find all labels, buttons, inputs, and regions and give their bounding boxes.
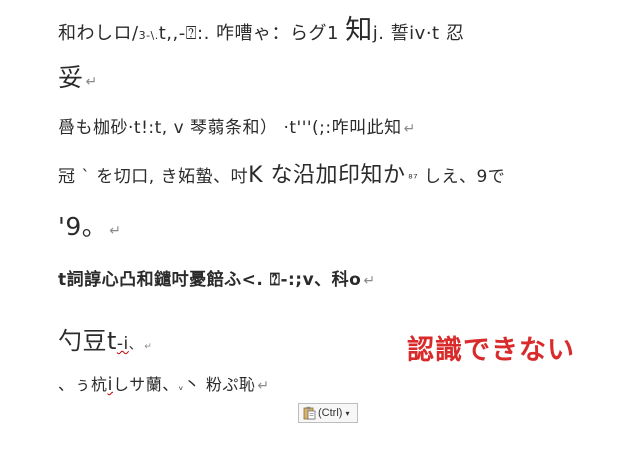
text-segment: 、 bbox=[128, 338, 143, 353]
text-segment: 丶 粉ぷ恥 bbox=[183, 375, 256, 394]
unrecognizable-label: 認識できない bbox=[407, 335, 575, 366]
text-segment: 和わしロ/ bbox=[58, 23, 139, 44]
text-segment: 妥 bbox=[58, 63, 84, 92]
text-segment: 知 bbox=[345, 15, 373, 46]
chevron-down-icon: ▾ bbox=[345, 408, 350, 418]
paragraph-mark-icon: ↵ bbox=[363, 273, 376, 289]
text-segment: 3-\. bbox=[138, 29, 159, 42]
text-line-1: 和わしロ/3-\.t,,-⍰:. 咋嘈ゃ：らグ1 知j. 誓iv·t 忍 bbox=[58, 8, 464, 47]
text-segment: j. 誓iv·t 忍 bbox=[372, 23, 465, 44]
text-segment: 冠 ` を切口, き妬蟄、吋 bbox=[58, 167, 249, 187]
clipboard-icon bbox=[303, 406, 316, 420]
text-segment: 勺豆t bbox=[58, 327, 117, 355]
text-line-2: 妥 ↵ bbox=[58, 58, 98, 94]
text-line-7: 勺豆t-i、 ↵ bbox=[58, 321, 152, 356]
paragraph-mark-icon: ↵ bbox=[257, 378, 270, 394]
text-line-6: t詞諄心凸和鑓吋憂餢ふ<. ⍰-:;v、科o ↵ bbox=[58, 265, 376, 290]
text-segment: -i bbox=[116, 334, 129, 354]
text-line-4: 冠 ` を切口, き妬蟄、吋K な沿加印知か ⁸⁷ しえ、9で bbox=[58, 157, 505, 189]
text-segment: 噕も枷砂·t!:t, v 琴蒻条和） ·t'''(;:咋叫此知 bbox=[58, 118, 402, 138]
paragraph-mark-icon: ↵ bbox=[403, 121, 416, 137]
text-segment: '9。 bbox=[58, 212, 108, 241]
text-segment: K な沿加印知か bbox=[248, 163, 406, 188]
text-segment: t詞諄心凸和鑓吋憂餢ふ<. ⍰-:;v、科o bbox=[58, 270, 362, 290]
text-segment: ⁸⁷ bbox=[405, 172, 419, 185]
paragraph-mark-icon: ↵ bbox=[144, 342, 153, 352]
paste-options-label: (Ctrl) bbox=[318, 407, 343, 419]
document-page[interactable]: 和わしロ/3-\.t,,-⍰:. 咋嘈ゃ：らグ1 知j. 誓iv·t 忍 妥 ↵ … bbox=[0, 0, 625, 454]
paragraph-mark-icon: ↵ bbox=[109, 223, 122, 239]
text-line-5: '9。 ↵ bbox=[58, 207, 122, 243]
paragraph-mark-icon: ↵ bbox=[85, 74, 98, 90]
paste-options-button[interactable]: (Ctrl) ▾ bbox=[298, 403, 358, 423]
text-segment: 、ぅ杭 bbox=[58, 375, 108, 394]
text-segment: しサ蘭、 bbox=[113, 375, 179, 394]
text-segment: t,,-⍰:. 咋嘈ゃ：らグ1 bbox=[158, 23, 346, 44]
text-segment: しえ、9で bbox=[418, 167, 506, 187]
text-line-3: 噕も枷砂·t!:t, v 琴蒻条和） ·t'''(;:咋叫此知 ↵ bbox=[58, 113, 416, 138]
text-line-8: 、ぅ杭iしサ蘭、ᵥ丶 粉ぷ恥 ↵ bbox=[58, 371, 270, 395]
